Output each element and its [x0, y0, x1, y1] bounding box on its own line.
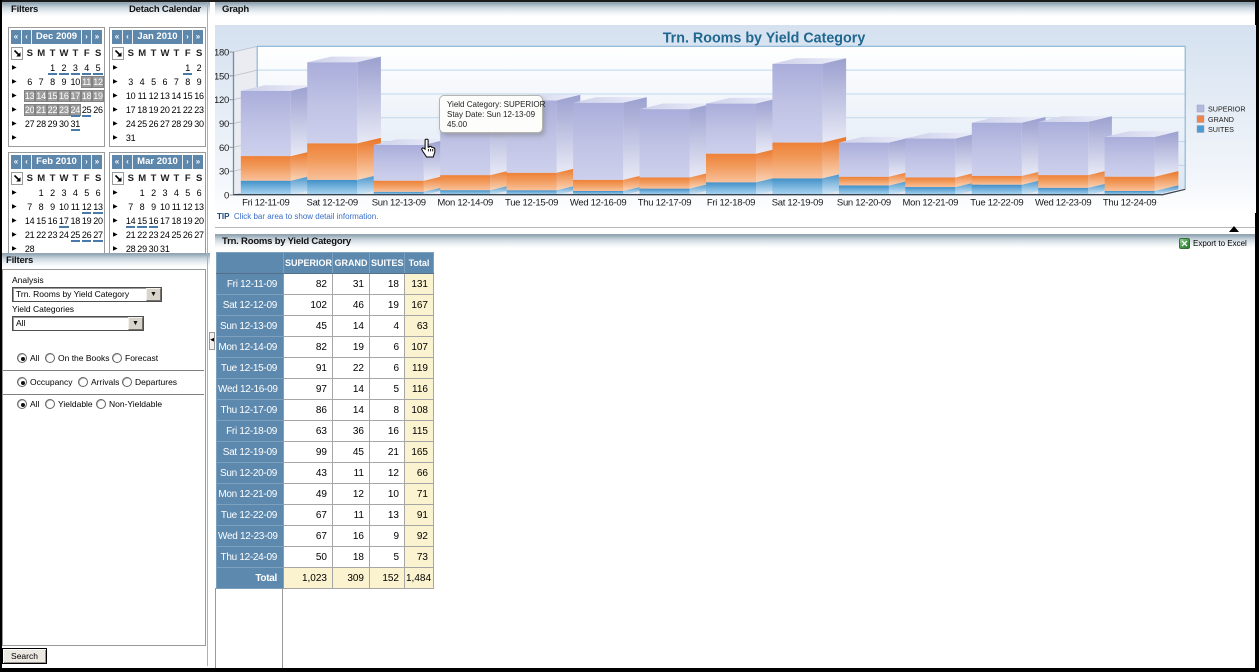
svg-text:60: 60	[219, 143, 229, 154]
svg-text:Sat 12-12-09: Sat 12-12-09	[307, 198, 358, 209]
svg-text:150: 150	[215, 71, 229, 82]
svg-text:Thu 12-17-09: Thu 12-17-09	[638, 198, 691, 209]
svg-text:Mon 12-14-09: Mon 12-14-09	[437, 198, 493, 209]
svg-text:90: 90	[219, 119, 229, 130]
svg-text:Fri 12-11-09: Fri 12-11-09	[242, 198, 289, 209]
svg-text:180: 180	[215, 48, 229, 59]
svg-text:30: 30	[219, 167, 229, 178]
svg-text:120: 120	[215, 95, 229, 106]
svg-text:Tue 12-15-09: Tue 12-15-09	[505, 198, 558, 209]
svg-text:Sat 12-19-09: Sat 12-19-09	[772, 198, 823, 209]
svg-text:SUITES: SUITES	[1208, 125, 1234, 134]
svg-text:Tue 12-22-09: Tue 12-22-09	[970, 198, 1023, 209]
svg-text:SUPERIOR: SUPERIOR	[1208, 105, 1246, 114]
svg-text:Trn. Rooms by Yield Category: Trn. Rooms by Yield Category	[663, 31, 866, 47]
svg-text:0: 0	[224, 191, 229, 202]
svg-text:Mon 12-21-09: Mon 12-21-09	[903, 198, 959, 209]
svg-text:Sun 12-13-09: Sun 12-13-09	[372, 198, 426, 209]
svg-text:Fri 12-18-09: Fri 12-18-09	[707, 198, 755, 209]
svg-text:Wed 12-16-09: Wed 12-16-09	[570, 198, 626, 209]
svg-text:GRAND: GRAND	[1208, 115, 1234, 124]
svg-text:Sun 12-20-09: Sun 12-20-09	[837, 198, 891, 209]
svg-text:Wed 12-23-09: Wed 12-23-09	[1035, 198, 1091, 209]
svg-text:Thu 12-24-09: Thu 12-24-09	[1103, 198, 1156, 209]
